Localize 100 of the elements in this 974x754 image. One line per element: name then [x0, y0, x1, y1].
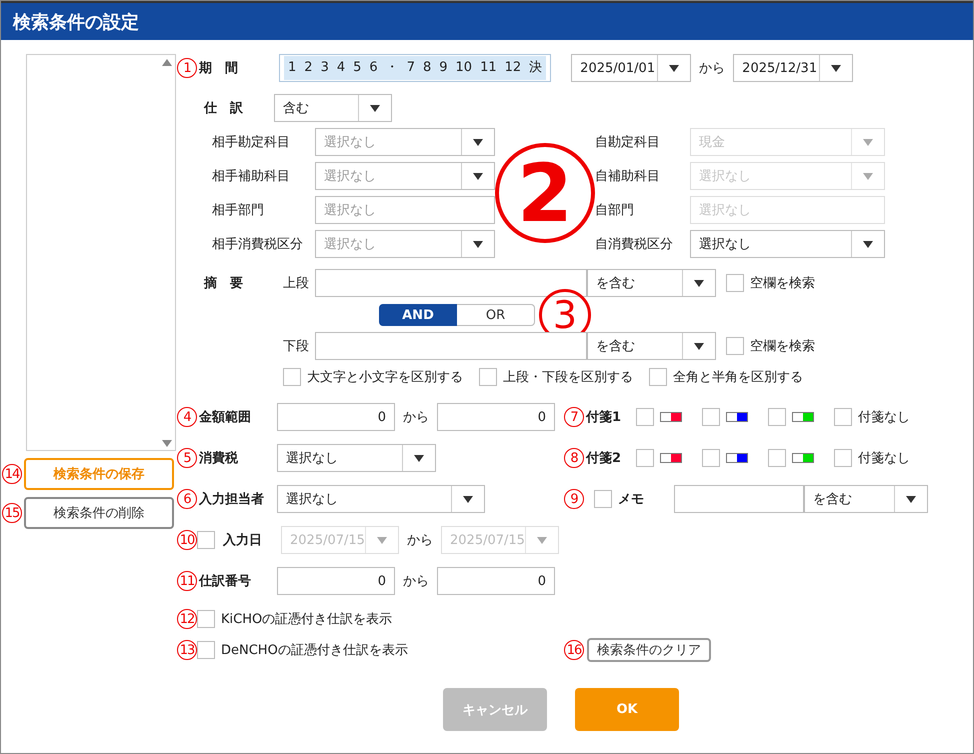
dropdown[interactable]: 選択なし — [690, 230, 885, 258]
checkbox[interactable] — [197, 610, 215, 628]
annotation-number: 8 — [564, 448, 584, 468]
checkbox[interactable] — [636, 408, 654, 426]
month-cell[interactable]: 9 — [435, 56, 452, 80]
scroll-down-icon[interactable] — [162, 440, 172, 447]
range-separator: から — [407, 532, 433, 549]
annotation-number: 1 — [177, 58, 197, 78]
dropdown[interactable]: 選択なし — [277, 485, 485, 513]
input-field[interactable]: 0 — [277, 403, 395, 431]
field-label: 仕 訳 — [204, 100, 244, 117]
month-cell[interactable]: 決 — [525, 56, 546, 80]
annotation-number: 5 — [177, 448, 197, 468]
dropdown[interactable]: を含む — [587, 332, 716, 360]
input-field[interactable]: 0 — [437, 567, 555, 595]
input-field[interactable]: 0 — [437, 403, 555, 431]
field-label: 相手部門 — [212, 202, 265, 219]
field-label: 金額範囲 — [199, 408, 252, 426]
field-label: 相手勘定科目 — [212, 134, 291, 151]
checkbox-label: 全角と半角を区別する — [673, 369, 803, 386]
caret-icon — [463, 496, 473, 502]
month-cell[interactable]: 4 — [332, 56, 350, 80]
caret-icon — [370, 104, 380, 112]
field-label: 摘 要 — [204, 274, 244, 292]
checkbox[interactable] — [702, 408, 720, 426]
month-cell[interactable]: 8 — [418, 56, 436, 80]
month-cell[interactable]: 3 — [316, 56, 333, 80]
dropdown[interactable]: 2025/12/31 — [733, 54, 854, 82]
checkbox[interactable] — [702, 449, 720, 467]
tag-icon — [726, 453, 748, 463]
checkbox[interactable] — [726, 337, 744, 355]
field-label: 自部門 — [595, 202, 635, 219]
annotation-number: 16 — [564, 640, 584, 660]
delete-conditions-button[interactable]: 検索条件の削除 — [24, 497, 174, 529]
month-cell[interactable]: 12 — [500, 56, 526, 80]
input-field[interactable] — [315, 269, 587, 297]
tag-icon — [792, 412, 814, 422]
checkbox[interactable] — [594, 490, 612, 508]
caret-icon — [473, 240, 483, 248]
dropdown[interactable]: を含む — [587, 269, 716, 297]
range-separator: から — [403, 409, 429, 426]
window-title: 検索条件の設定 — [13, 10, 139, 34]
scroll-up-icon[interactable] — [162, 59, 172, 66]
month-cell[interactable]: 11 — [476, 56, 501, 80]
checkbox[interactable] — [768, 449, 786, 467]
checkbox[interactable] — [768, 408, 786, 426]
caret-icon — [831, 64, 842, 72]
dropdown[interactable]: 2025/01/01 — [571, 54, 692, 82]
field-label: 自補助科目 — [595, 168, 661, 185]
checkbox-label: KiCHOの証憑付き仕訳を表示 — [221, 611, 392, 628]
field-label: 下段 — [283, 338, 310, 355]
month-cell[interactable]: 6 — [365, 56, 382, 80]
field-label: 消費税 — [199, 450, 239, 467]
caret-icon — [863, 138, 873, 146]
dropdown[interactable]: 選択なし — [277, 444, 436, 472]
checkbox-label: 上段・下段を区別する — [503, 369, 633, 386]
caret-icon — [473, 172, 483, 180]
annotation-number: 11 — [177, 571, 197, 591]
checkbox[interactable] — [283, 368, 301, 386]
input-field[interactable] — [315, 332, 587, 360]
field-label: 期 間 — [199, 60, 239, 77]
dropdown[interactable]: を含む — [804, 485, 928, 513]
caret-icon — [473, 138, 483, 146]
checkbox-label: DeNCHOの証憑付き仕訳を表示 — [221, 642, 408, 659]
checkbox[interactable] — [479, 368, 497, 386]
clear-conditions-button[interactable]: 検索条件のクリア — [587, 638, 711, 662]
caret-icon — [863, 240, 873, 248]
field-label: 自消費税区分 — [595, 236, 674, 253]
field-label: 上段 — [283, 275, 310, 292]
month-cell[interactable]: 10 — [452, 56, 476, 80]
checkbox[interactable] — [834, 449, 852, 467]
month-cell[interactable]: 1 — [284, 56, 300, 80]
checkbox-label: 付箋なし — [858, 450, 910, 467]
month-cell[interactable]: ・ — [382, 56, 403, 80]
month-cell[interactable]: 5 — [349, 56, 366, 80]
month-cell[interactable]: 7 — [402, 56, 419, 80]
logic-toggle-option[interactable]: AND — [379, 304, 457, 326]
checkbox[interactable] — [726, 274, 744, 292]
checkbox-label: 空欄を検索 — [750, 338, 815, 355]
checkbox[interactable] — [649, 368, 667, 386]
field-label: メモ — [618, 491, 644, 508]
checkbox[interactable] — [834, 408, 852, 426]
checkbox-label: 空欄を検索 — [750, 275, 815, 292]
input-field[interactable]: 0 — [277, 567, 395, 595]
month-cell[interactable]: 2 — [300, 56, 317, 80]
caret-icon — [414, 454, 424, 462]
caret-icon — [669, 64, 680, 72]
checkbox[interactable] — [636, 449, 654, 467]
logic-toggle-option[interactable]: OR — [457, 304, 535, 326]
dropdown[interactable]: 含む — [274, 94, 392, 122]
checkbox[interactable] — [197, 641, 215, 659]
caret-icon — [377, 536, 387, 544]
annotation-number: 9 — [564, 489, 584, 509]
annotation-number: 2 — [495, 143, 595, 243]
caret-icon — [863, 172, 873, 180]
field-label: 相手消費税区分 — [212, 236, 304, 253]
annotation-number: 15 — [2, 503, 22, 523]
tag-icon — [726, 412, 748, 422]
input-field[interactable] — [674, 485, 804, 513]
tag-icon — [660, 412, 682, 422]
